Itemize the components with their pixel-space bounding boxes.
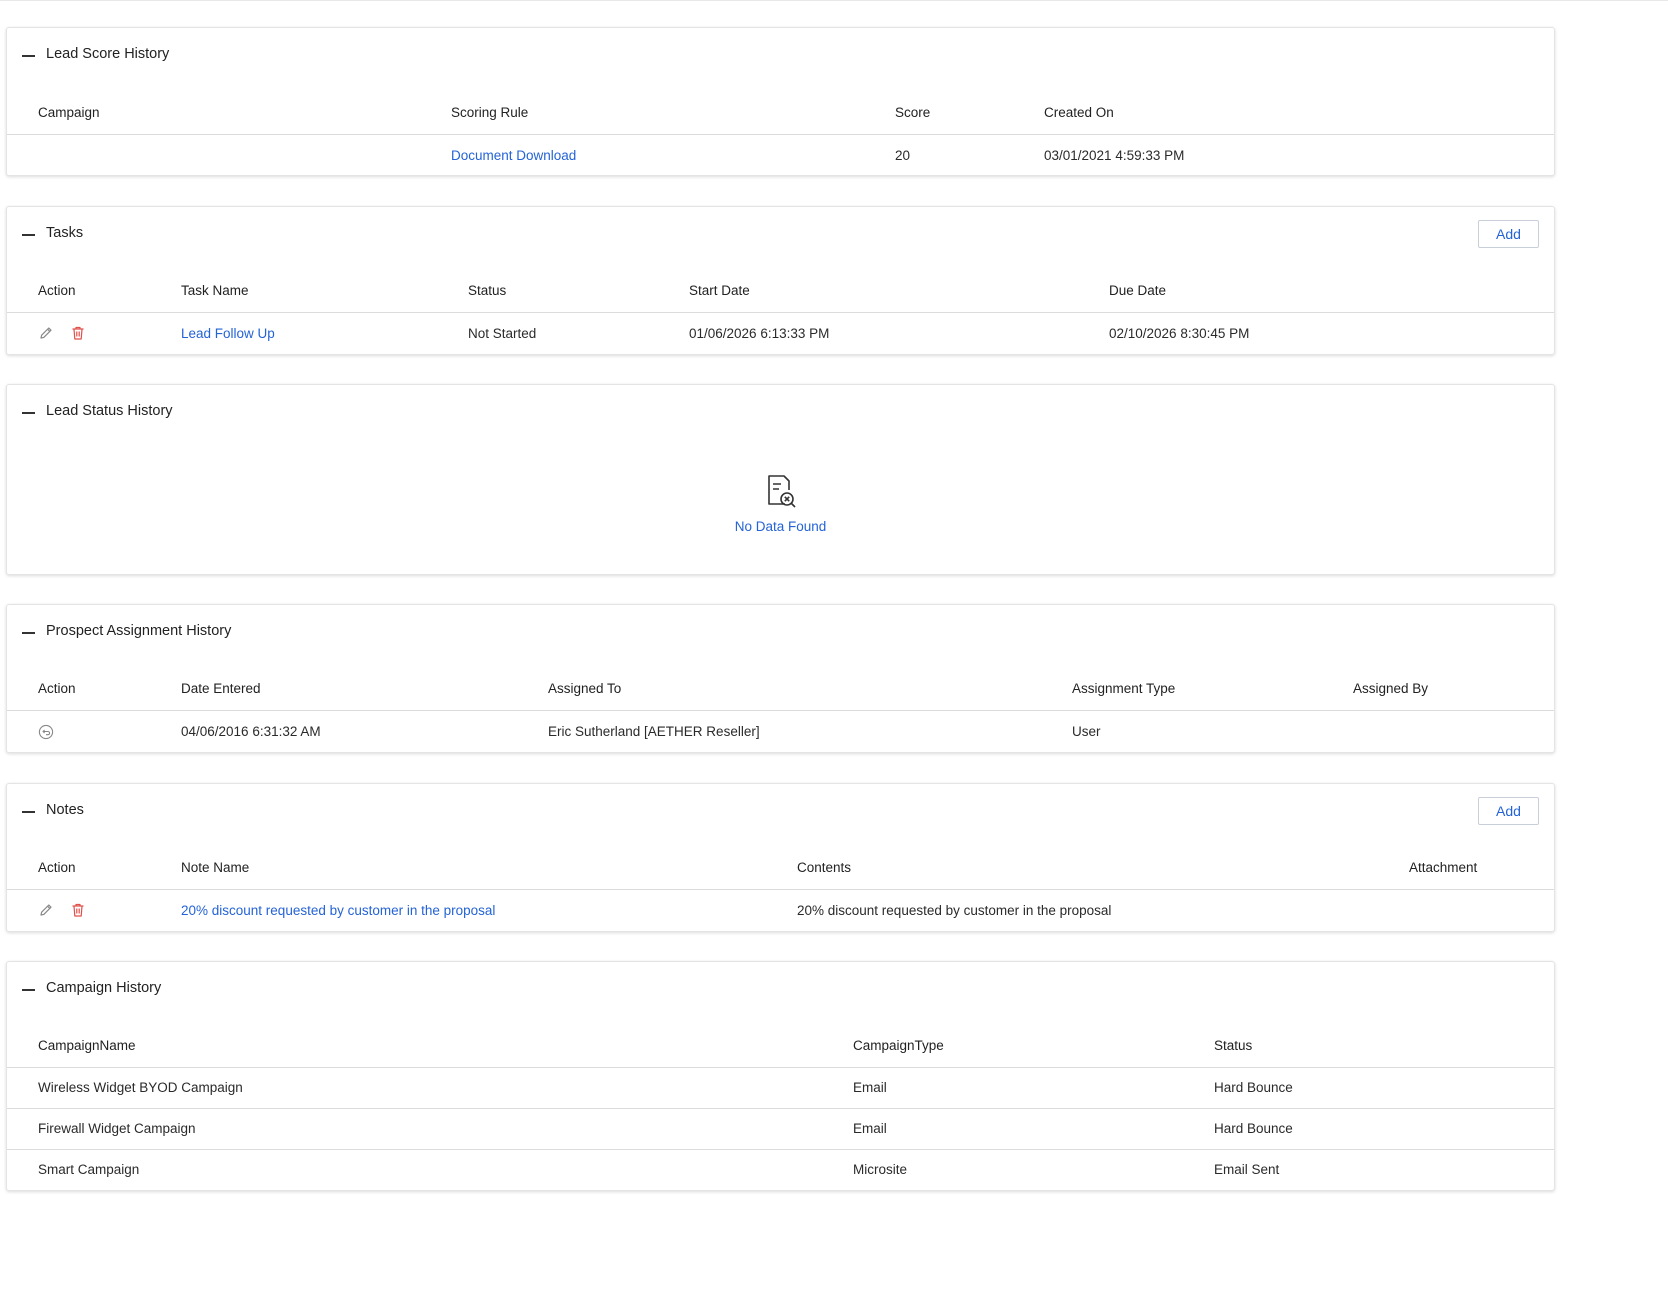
table-row: Smart Campaign Microsite Email Sent [7, 1150, 1554, 1191]
panel-title: Lead Score History [46, 46, 170, 62]
prospect-assignment-history-panel: Prospect Assignment History Action Date … [6, 604, 1555, 753]
column-header: Score [895, 105, 931, 120]
empty-message: No Data Found [734, 519, 827, 534]
start-date-cell: 01/06/2026 6:13:33 PM [689, 326, 830, 341]
score-cell: 20 [895, 148, 911, 163]
document-x-icon [767, 475, 796, 508]
campaign-type-cell: Email [853, 1080, 887, 1095]
column-header: Contents [797, 860, 852, 875]
table-header: Campaign Scoring Rule Score Created On [7, 91, 1554, 135]
minus-icon[interactable] [22, 234, 35, 236]
tasks-panel: Tasks Add Action Task Name Status Start … [6, 206, 1555, 355]
panel-header: Lead Status History [7, 385, 1554, 441]
undo-circle-icon[interactable] [38, 724, 54, 740]
notes-panel: Notes Add Action Note Name Contents Atta… [6, 783, 1555, 932]
top-divider [0, 0, 1668, 1]
column-header: Campaign [38, 105, 100, 120]
trash-icon[interactable] [70, 325, 86, 341]
column-header: CampaignType [853, 1038, 944, 1053]
column-header: Action [38, 283, 76, 298]
column-header: Attachment [1409, 860, 1478, 875]
campaign-history-panel: Campaign History CampaignName CampaignTy… [6, 961, 1555, 1191]
column-header: Created On [1044, 105, 1114, 120]
campaign-status-cell: Email Sent [1214, 1162, 1280, 1177]
minus-icon[interactable] [22, 412, 35, 414]
status-cell: Not Started [468, 326, 537, 341]
column-header: Start Date [689, 283, 750, 298]
table-header: CampaignName CampaignType Status [7, 1024, 1554, 1068]
date-entered-cell: 04/06/2016 6:31:32 AM [181, 724, 321, 739]
column-header: Action [38, 860, 76, 875]
table-row: Lead Follow Up Not Started 01/06/2026 6:… [7, 313, 1554, 355]
due-date-cell: 02/10/2026 8:30:45 PM [1109, 326, 1250, 341]
column-header: CampaignName [38, 1038, 136, 1053]
campaign-status-cell: Hard Bounce [1214, 1080, 1293, 1095]
table-row: Wireless Widget BYOD Campaign Email Hard… [7, 1068, 1554, 1109]
table-row: 04/06/2016 6:31:32 AM Eric Sutherland [A… [7, 711, 1554, 753]
column-header: Note Name [181, 860, 250, 875]
created-on-cell: 03/01/2021 4:59:33 PM [1044, 148, 1185, 163]
scoring-rule-link[interactable]: Document Download [451, 148, 576, 163]
table-row: Document Download 20 03/01/2021 4:59:33 … [7, 135, 1554, 176]
pencil-icon[interactable] [38, 325, 54, 341]
column-header: Action [38, 681, 76, 696]
campaign-name-cell: Firewall Widget Campaign [38, 1121, 196, 1136]
minus-icon[interactable] [22, 989, 35, 991]
panel-header: Campaign History [7, 962, 1554, 1018]
campaign-name-cell: Wireless Widget BYOD Campaign [38, 1080, 243, 1095]
note-name-link[interactable]: 20% discount requested by customer in th… [181, 903, 495, 918]
assignment-type-cell: User [1072, 724, 1101, 739]
minus-icon[interactable] [22, 55, 35, 57]
column-header: Status [1214, 1038, 1253, 1053]
column-header: Task Name [181, 283, 249, 298]
add-note-button[interactable]: Add [1478, 797, 1539, 825]
lead-status-history-panel: Lead Status History No Data Found [6, 384, 1555, 575]
trash-icon[interactable] [70, 902, 86, 918]
campaign-name-cell: Smart Campaign [38, 1162, 140, 1177]
panel-header: Lead Score History [7, 28, 1554, 84]
panel-title: Notes [46, 802, 84, 818]
empty-state: No Data Found [7, 473, 1554, 534]
campaign-status-cell: Hard Bounce [1214, 1121, 1293, 1136]
panel-header: Notes Add [7, 784, 1554, 840]
panel-header: Prospect Assignment History [7, 605, 1554, 661]
table-row: 20% discount requested by customer in th… [7, 890, 1554, 932]
panel-title: Lead Status History [46, 403, 173, 419]
panel-header: Tasks Add [7, 207, 1554, 263]
campaign-type-cell: Email [853, 1121, 887, 1136]
pencil-icon[interactable] [38, 902, 54, 918]
add-task-button[interactable]: Add [1478, 220, 1539, 248]
column-header: Status [468, 283, 507, 298]
column-header: Assigned To [548, 681, 622, 696]
panel-title: Campaign History [46, 980, 162, 996]
table-row: Firewall Widget Campaign Email Hard Boun… [7, 1109, 1554, 1150]
column-header: Assignment Type [1072, 681, 1176, 696]
column-header: Date Entered [181, 681, 261, 696]
table-header: Action Task Name Status Start Date Due D… [7, 269, 1554, 313]
panel-title: Tasks [46, 225, 84, 241]
lead-score-history-panel: Lead Score History Campaign Scoring Rule… [6, 27, 1555, 176]
assigned-to-cell: Eric Sutherland [AETHER Reseller] [548, 724, 760, 739]
panel-title: Prospect Assignment History [46, 623, 232, 639]
minus-icon[interactable] [22, 811, 35, 813]
minus-icon[interactable] [22, 632, 35, 634]
column-header: Due Date [1109, 283, 1167, 298]
contents-cell: 20% discount requested by customer in th… [797, 903, 1112, 918]
column-header: Assigned By [1353, 681, 1429, 696]
column-header: Scoring Rule [451, 105, 529, 120]
table-header: Action Date Entered Assigned To Assignme… [7, 667, 1554, 711]
campaign-type-cell: Microsite [853, 1162, 908, 1177]
table-header: Action Note Name Contents Attachment [7, 846, 1554, 890]
task-name-link[interactable]: Lead Follow Up [181, 326, 275, 341]
